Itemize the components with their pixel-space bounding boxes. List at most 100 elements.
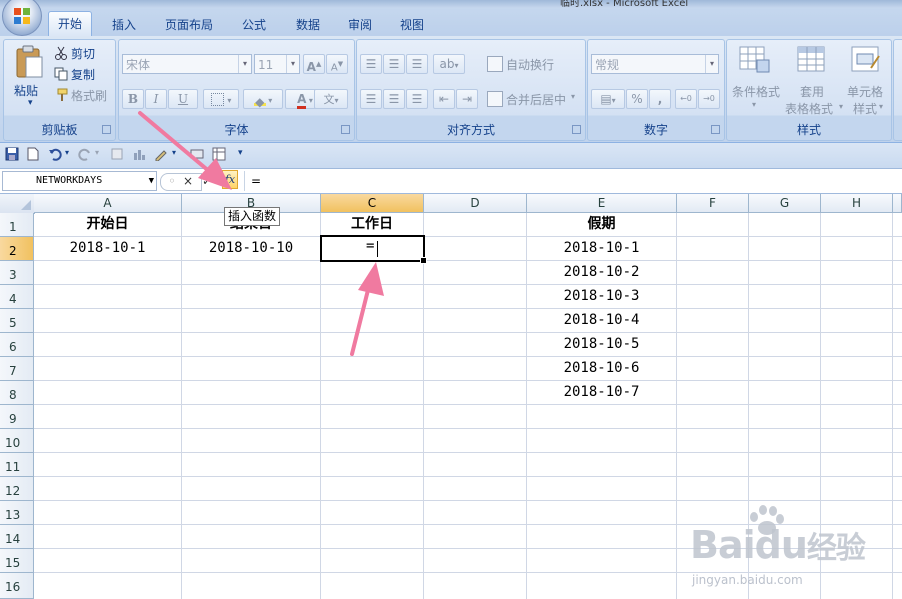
draw-icon[interactable] — [154, 147, 168, 161]
cell-styles-label-1[interactable]: 单元格 — [847, 83, 883, 100]
cell-styles-dropdown-icon[interactable]: ▾ — [879, 102, 883, 111]
cell-e6[interactable]: 2018-10-5 — [527, 333, 676, 356]
enter-icon[interactable]: ✓ — [199, 173, 215, 189]
cell-b2[interactable]: 2018-10-10 — [182, 237, 320, 260]
font-size-combo[interactable]: 11 ▾ — [254, 54, 300, 74]
tab-insert[interactable]: 插入 — [104, 14, 144, 36]
conditional-format-button[interactable]: 条件格式 — [732, 83, 780, 100]
align-right-button[interactable]: ☰ — [406, 89, 428, 109]
column-header-d[interactable]: D — [424, 194, 527, 213]
number-launcher-icon[interactable] — [711, 125, 720, 134]
cell-e3[interactable]: 2018-10-2 — [527, 261, 676, 284]
merge-center-dropdown-icon[interactable]: ▾ — [571, 92, 575, 101]
column-header-h[interactable]: H — [821, 194, 893, 213]
underline-button[interactable]: U — [168, 89, 198, 109]
cell-styles-label-2[interactable]: 样式 — [853, 100, 877, 117]
column-header-f[interactable]: F — [677, 194, 749, 213]
tab-page-layout[interactable]: 页面布局 — [158, 14, 220, 36]
increase-decimal-button[interactable]: ←0 — [675, 89, 697, 109]
decrease-indent-button[interactable]: ⇤ — [433, 89, 455, 109]
format-painter-button[interactable]: 格式刷 — [71, 87, 107, 104]
chart-icon[interactable] — [132, 147, 146, 161]
undo-icon[interactable] — [48, 147, 62, 161]
row-header-16[interactable]: 16 — [0, 573, 34, 599]
tab-review[interactable]: 审阅 — [340, 14, 380, 36]
clipboard-launcher-icon[interactable] — [102, 125, 111, 134]
redo-icon[interactable] — [78, 147, 92, 161]
font-name-combo[interactable]: 宋体 ▾ — [122, 54, 252, 74]
draw-dropdown-icon[interactable]: ▾ — [172, 148, 176, 157]
paste-dropdown-icon[interactable]: ▾ — [28, 98, 33, 108]
column-header-a[interactable]: A — [34, 194, 182, 213]
cell-e4[interactable]: 2018-10-3 — [527, 285, 676, 308]
formula-input[interactable]: = — [244, 171, 902, 191]
name-box-dropdown-icon[interactable]: ▼ — [149, 172, 154, 190]
insert-function-button[interactable]: fx — [222, 170, 238, 189]
align-left-button[interactable]: ☰ — [360, 89, 382, 109]
fill-handle[interactable] — [420, 257, 427, 264]
cell-e2[interactable]: 2018-10-1 — [527, 237, 676, 260]
row-header-1[interactable]: 1 — [0, 213, 34, 237]
borders-button[interactable]: ▾ — [203, 89, 239, 109]
customize-qat-icon[interactable]: ▾ — [238, 148, 243, 158]
currency-button[interactable]: ▤▾ — [591, 89, 625, 109]
column-header-c[interactable]: C — [321, 194, 424, 213]
column-header-g[interactable]: G — [749, 194, 821, 213]
grow-font-button[interactable]: A▲ — [303, 54, 325, 74]
cell-e8[interactable]: 2018-10-7 — [527, 381, 676, 404]
format-icon[interactable] — [110, 147, 124, 161]
select-all-button[interactable] — [0, 194, 35, 214]
align-middle-button[interactable]: ☰ — [383, 54, 405, 74]
active-cell-c2[interactable]: = — [320, 235, 427, 264]
row-header-5[interactable]: 5 — [0, 309, 34, 333]
increase-indent-button[interactable]: ⇥ — [456, 89, 478, 109]
italic-button[interactable]: I — [145, 89, 167, 109]
bold-button[interactable]: B — [122, 89, 144, 109]
new-file-icon[interactable] — [26, 147, 40, 161]
row-header-2[interactable]: 2 — [0, 237, 34, 261]
wrap-text-button[interactable]: 自动换行 — [506, 56, 554, 73]
name-box[interactable]: NETWORKDAYS ▼ — [2, 171, 157, 191]
cancel-icon[interactable]: × — [180, 173, 196, 189]
tab-formulas[interactable]: 公式 — [236, 14, 272, 36]
align-top-button[interactable]: ☰ — [360, 54, 382, 74]
tab-view[interactable]: 视图 — [392, 14, 432, 36]
alignment-launcher-icon[interactable] — [572, 125, 581, 134]
paste-button[interactable]: 粘贴 — [14, 82, 38, 99]
cell-a2[interactable]: 2018-10-1 — [34, 237, 181, 260]
percent-button[interactable]: % — [626, 89, 648, 109]
format-as-table-label-1[interactable]: 套用 — [800, 83, 824, 100]
cell-e1[interactable]: 假期 — [527, 213, 676, 236]
row-header-7[interactable]: 7 — [0, 357, 34, 381]
conditional-format-dropdown-icon[interactable]: ▾ — [752, 100, 756, 109]
column-header-i[interactable] — [893, 194, 902, 213]
fill-color-button[interactable]: ◆ ▾ — [243, 89, 283, 109]
row-header-13[interactable]: 13 — [0, 501, 34, 525]
tab-data[interactable]: 数据 — [288, 14, 328, 36]
format-as-table-dropdown-icon[interactable]: ▾ — [839, 102, 843, 111]
cut-button[interactable]: 剪切 — [71, 45, 95, 62]
table-icon[interactable] — [212, 147, 226, 161]
cell-e7[interactable]: 2018-10-6 — [527, 357, 676, 380]
print-preview-icon[interactable] — [190, 147, 204, 161]
decrease-decimal-button[interactable]: →0 — [698, 89, 720, 109]
merge-center-button[interactable]: 合并后居中 — [506, 91, 566, 108]
number-format-dropdown-icon[interactable]: ▾ — [705, 55, 718, 73]
tab-home[interactable]: 开始 — [48, 11, 92, 36]
copy-button[interactable]: 复制 — [71, 66, 95, 83]
row-header-15[interactable]: 15 — [0, 549, 34, 573]
column-header-e[interactable]: E — [527, 194, 677, 213]
row-header-12[interactable]: 12 — [0, 477, 34, 501]
font-name-dropdown-icon[interactable]: ▾ — [238, 55, 251, 73]
formula-menu-icon[interactable]: ◦ — [164, 173, 180, 189]
font-size-dropdown-icon[interactable]: ▾ — [286, 55, 299, 73]
undo-dropdown-icon[interactable]: ▾ — [65, 148, 69, 157]
number-format-combo[interactable]: 常规 ▾ — [591, 54, 719, 74]
align-bottom-button[interactable]: ☰ — [406, 54, 428, 74]
row-header-11[interactable]: 11 — [0, 453, 34, 477]
shrink-font-button[interactable]: A▼ — [326, 54, 348, 74]
row-header-10[interactable]: 10 — [0, 429, 34, 453]
row-header-4[interactable]: 4 — [0, 285, 34, 309]
phonetic-button[interactable]: 文▾ — [314, 89, 348, 109]
row-header-9[interactable]: 9 — [0, 405, 34, 429]
